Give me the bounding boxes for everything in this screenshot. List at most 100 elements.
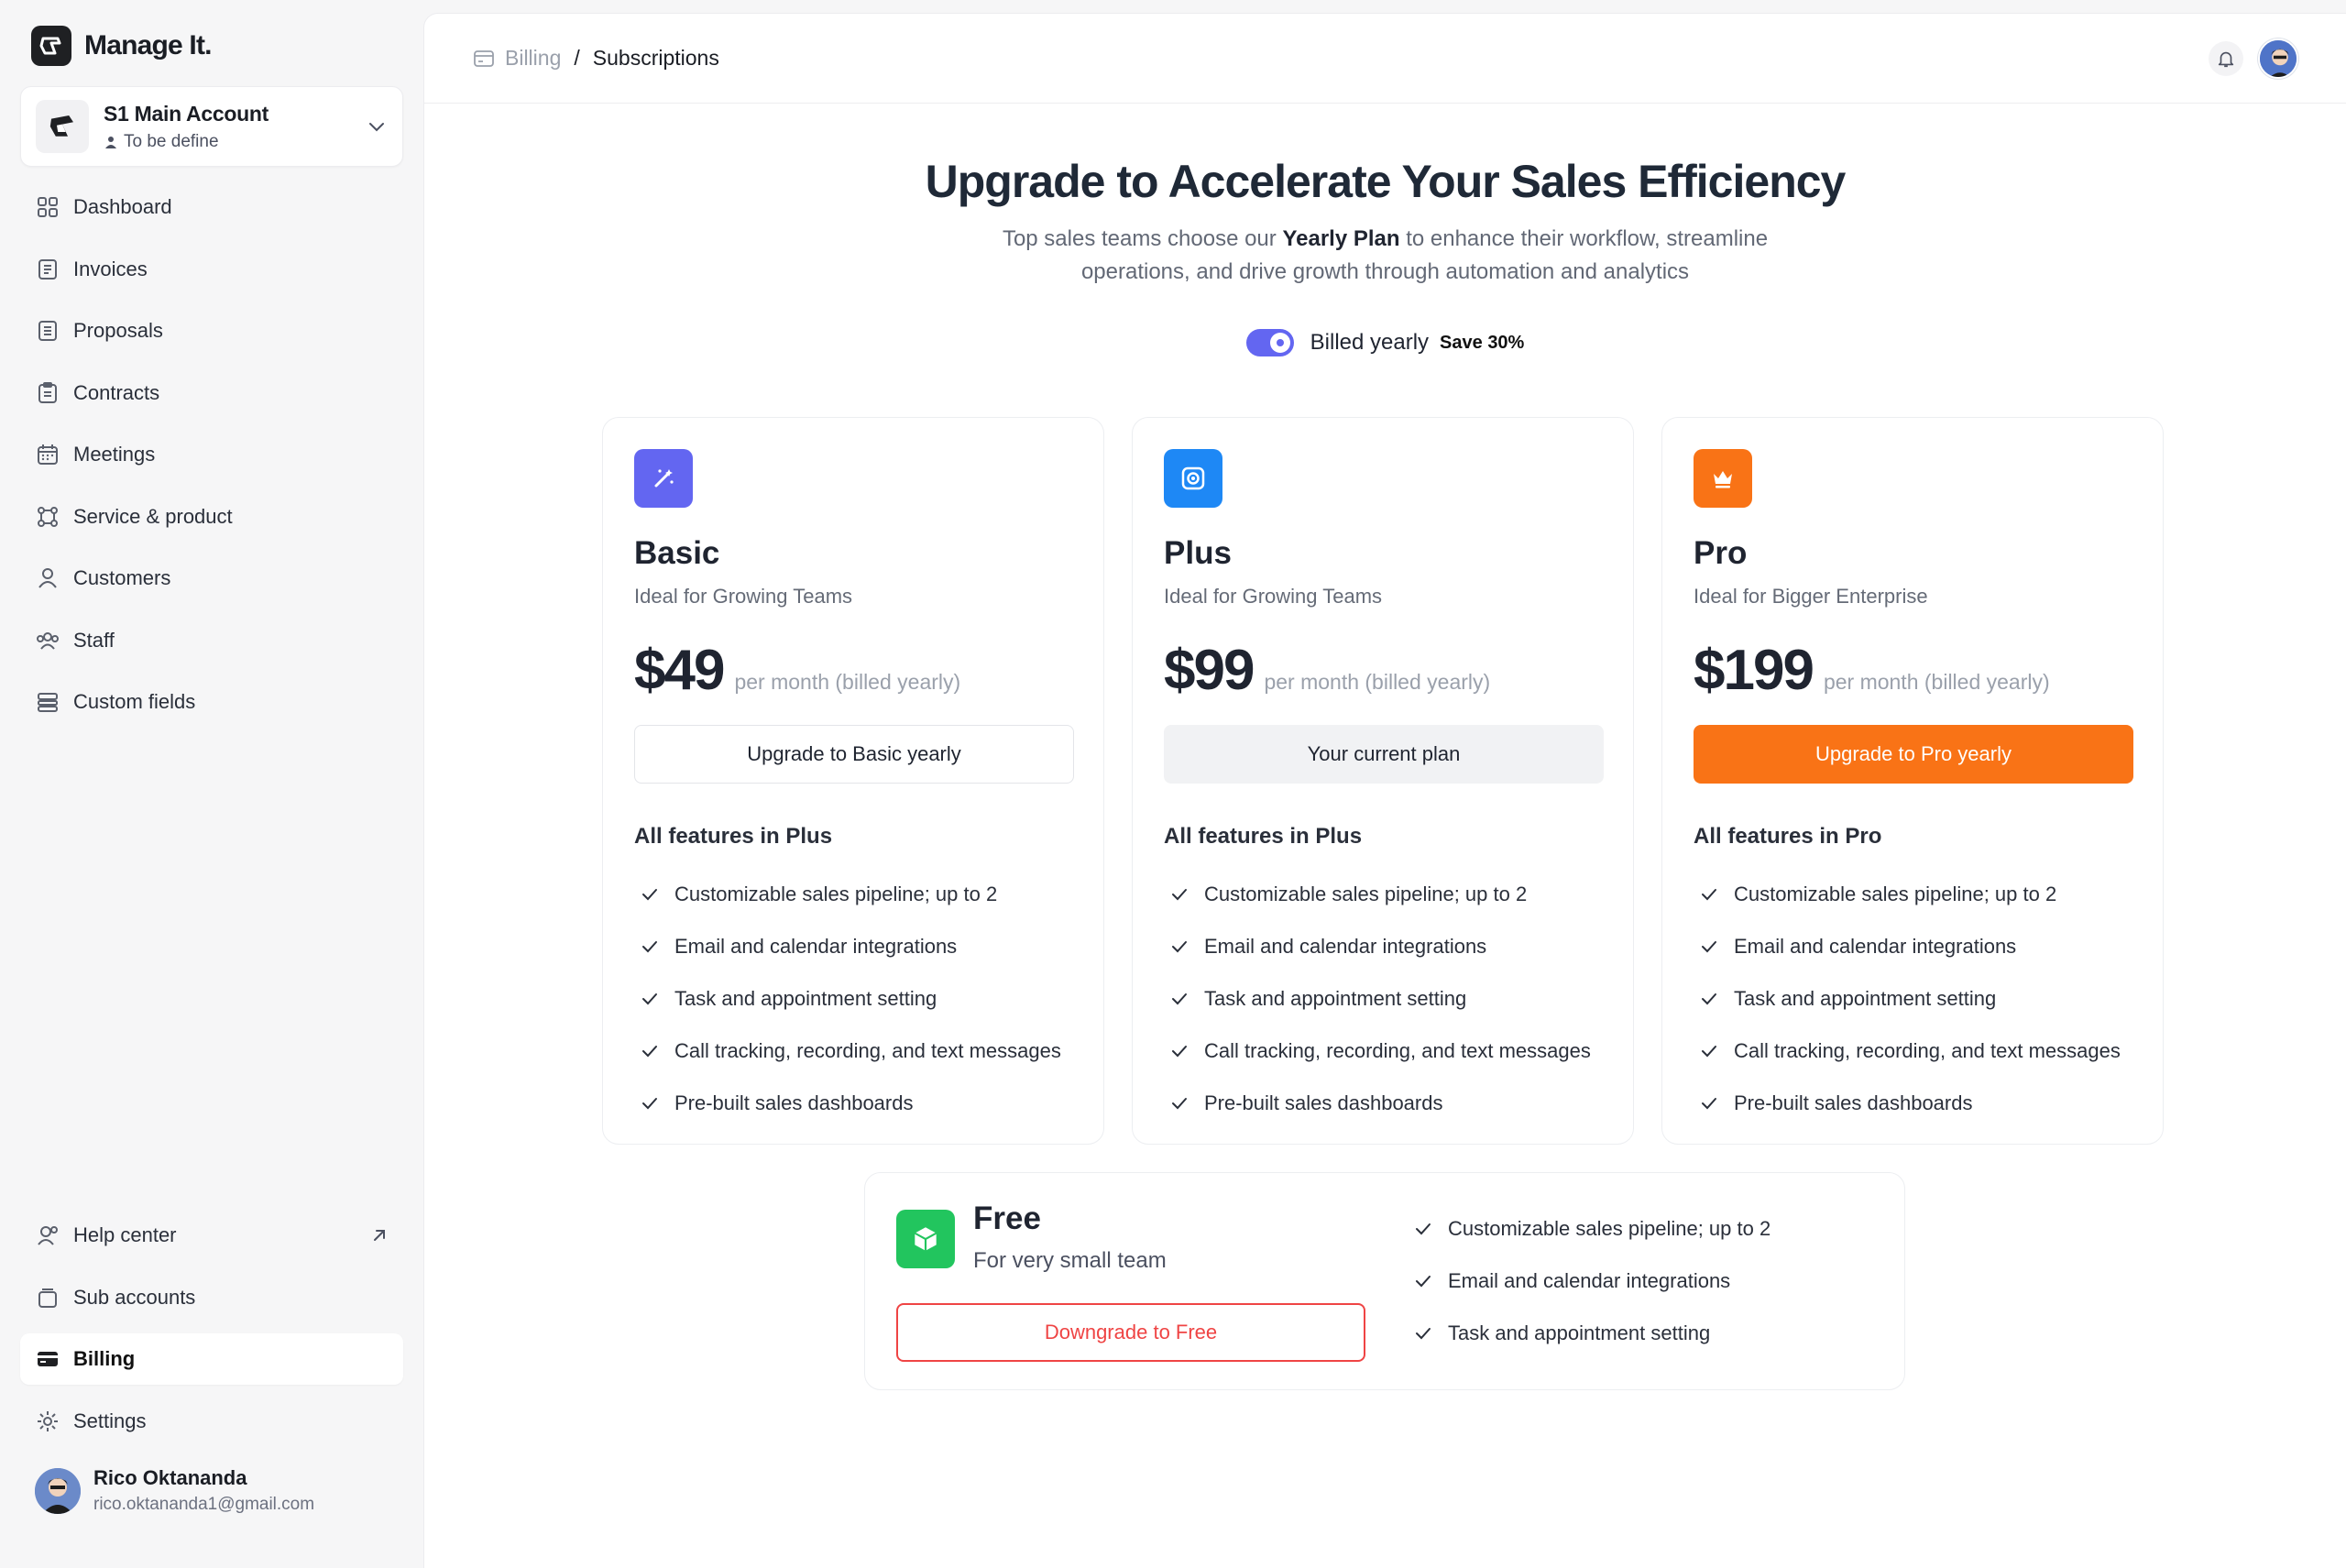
hero: Upgrade to Accelerate Your Sales Efficie… [424,155,2346,356]
contract-icon [38,381,57,403]
plan-price: $99 per month (billed yearly) [1164,638,1602,703]
help-icon [38,1226,58,1245]
features-title: All features in Plus [634,824,833,849]
save-badge: Save 30% [1440,332,1525,353]
main-nav: Dashboard Invoices Proposals Contracts M… [20,181,403,739]
notifications-button[interactable] [2209,40,2243,76]
feature-text: Task and appointment setting [1204,986,1467,1010]
price-amount: $49 [634,639,725,702]
calendar-icon [38,444,58,465]
profile-avatar[interactable] [2258,38,2298,79]
check-icon [1416,1327,1431,1339]
sidebar-item-label: Dashboard [73,195,172,218]
feature-text: Task and appointment setting [674,986,937,1010]
feature-item: Task and appointment setting [634,972,1072,1025]
sidebar-item-help-center[interactable]: Help center [20,1210,403,1261]
sidebar-item-settings[interactable]: Settings [20,1396,403,1447]
feature-item: Task and appointment setting [1408,1307,1770,1359]
sidebar-item-label: Invoices [73,257,148,280]
feature-text: Customizable sales pipeline; up to 2 [1204,882,1528,905]
feature-item: Email and calendar integrations [1694,920,2132,972]
sidebar-item-label: Billing [73,1347,136,1370]
plan-card-free: Free For very small team Downgrade to Fr… [864,1172,1905,1390]
page-title: Upgrade to Accelerate Your Sales Efficie… [925,156,1847,207]
billed-yearly-switch[interactable] [1245,329,1294,356]
sidebar-item-label: Meetings [73,443,156,466]
feature-item: Email and calendar integrations [1164,920,1602,972]
chevron-down-icon[interactable] [366,115,388,137]
check-icon [1702,940,1716,952]
sidebar-item-label: Settings [73,1409,147,1432]
sidebar-item-customers[interactable]: Customers [20,553,403,604]
bell-icon [2218,51,2234,67]
user-email: rico.oktananda1@gmail.com [93,1495,315,1514]
plan-name: Free [973,1201,1041,1236]
sidebar-item-label: Proposals [73,319,163,342]
plan-card-plus: Plus Ideal for Growing Teams $99 per mon… [1132,417,1634,1145]
account-switcher[interactable]: S1 Main Account To be define [20,86,403,167]
sidebar-item-billing[interactable]: Billing [20,1333,403,1385]
current-plan-button[interactable]: Your current plan [1164,725,1604,784]
feature-list: Customizable sales pipeline; up to 2 Ema… [1408,1202,1770,1359]
upgrade-basic-button[interactable]: Upgrade to Basic yearly [634,725,1074,784]
account-logo-icon [36,100,89,153]
sidebar-item-dashboard[interactable]: Dashboard [20,181,403,233]
downgrade-free-button[interactable]: Downgrade to Free [896,1303,1365,1362]
account-sub-label: To be define [124,131,219,151]
check-icon [642,940,657,952]
feature-item: Task and appointment setting [1694,972,2132,1025]
person-icon [105,136,116,148]
check-icon [642,1045,657,1057]
feature-text: Customizable sales pipeline; up to 2 [1448,1216,1771,1240]
feature-list: Customizable sales pipeline; up to 2 Ema… [1694,868,2132,1129]
feature-item: Email and calendar integrations [634,920,1072,972]
price-amount: $99 [1164,639,1255,702]
feature-text: Call tracking, recording, and text messa… [1204,1038,1591,1062]
check-icon [1416,1223,1431,1234]
plan-card-pro: Pro Ideal for Bigger Enterprise $199 per… [1661,417,2164,1145]
feature-item: Call tracking, recording, and text messa… [1694,1025,2132,1077]
feature-text: Email and calendar integrations [1204,934,1487,958]
feature-text: Task and appointment setting [1448,1321,1711,1344]
sidebar-item-proposals[interactable]: Proposals [20,305,403,356]
sidebar-item-invoices[interactable]: Invoices [20,244,403,295]
user-profile[interactable]: Rico Oktananda rico.oktananda1@gmail.com [35,1466,314,1515]
brand-logo-icon [31,26,71,66]
upgrade-pro-button[interactable]: Upgrade to Pro yearly [1694,725,2133,784]
feature-text: Pre-built sales dashboards [1204,1091,1443,1114]
sidebar-item-service-product[interactable]: Service & product [20,491,403,543]
feature-item: Pre-built sales dashboards [1694,1077,2132,1129]
feature-item: Customizable sales pipeline; up to 2 [1408,1202,1770,1255]
bottom-nav: Help center Sub accounts Billing Setting… [20,1210,403,1457]
feature-item: Email and calendar integrations [1408,1255,1770,1307]
feature-item: Task and appointment setting [1164,972,1602,1025]
magic-wand-icon [634,449,693,508]
plan-name: Pro [1694,535,1748,571]
sidebar-item-staff[interactable]: Staff [20,615,403,666]
custom-fields-icon [38,693,58,712]
sub-accounts-icon [38,1288,57,1308]
account-sub: To be define [104,132,366,152]
breadcrumb-billing[interactable]: Billing [505,46,561,71]
price-period: per month (billed yearly) [1264,670,1491,694]
check-icon [1702,888,1716,900]
feature-list: Customizable sales pipeline; up to 2 Ema… [1164,868,1602,1129]
sidebar-item-label: Staff [73,628,115,652]
check-icon [642,888,657,900]
brand-name: Manage It. [84,30,213,60]
sidebar-item-custom-fields[interactable]: Custom fields [20,676,403,728]
brand[interactable]: Manage It. [31,26,213,66]
customer-icon [38,568,57,588]
plans: Basic Ideal for Growing Teams $49 per mo… [602,417,2164,1145]
staff-icon [37,631,59,650]
sidebar-item-sub-accounts[interactable]: Sub accounts [20,1272,403,1323]
plan-price: $49 per month (billed yearly) [634,638,1072,703]
feature-item: Customizable sales pipeline; up to 2 [1694,868,2132,920]
subtitle-emphasis: Yearly Plan [1282,226,1400,251]
sidebar-item-contracts[interactable]: Contracts [20,367,403,419]
features-title: All features in Pro [1694,824,1882,849]
main-content: Billing / Subscriptions Upgrade to Accel… [423,13,2346,1568]
sidebar: Manage It. S1 Main Account To be define … [0,0,423,1568]
crown-icon [1694,449,1752,508]
sidebar-item-meetings[interactable]: Meetings [20,429,403,480]
